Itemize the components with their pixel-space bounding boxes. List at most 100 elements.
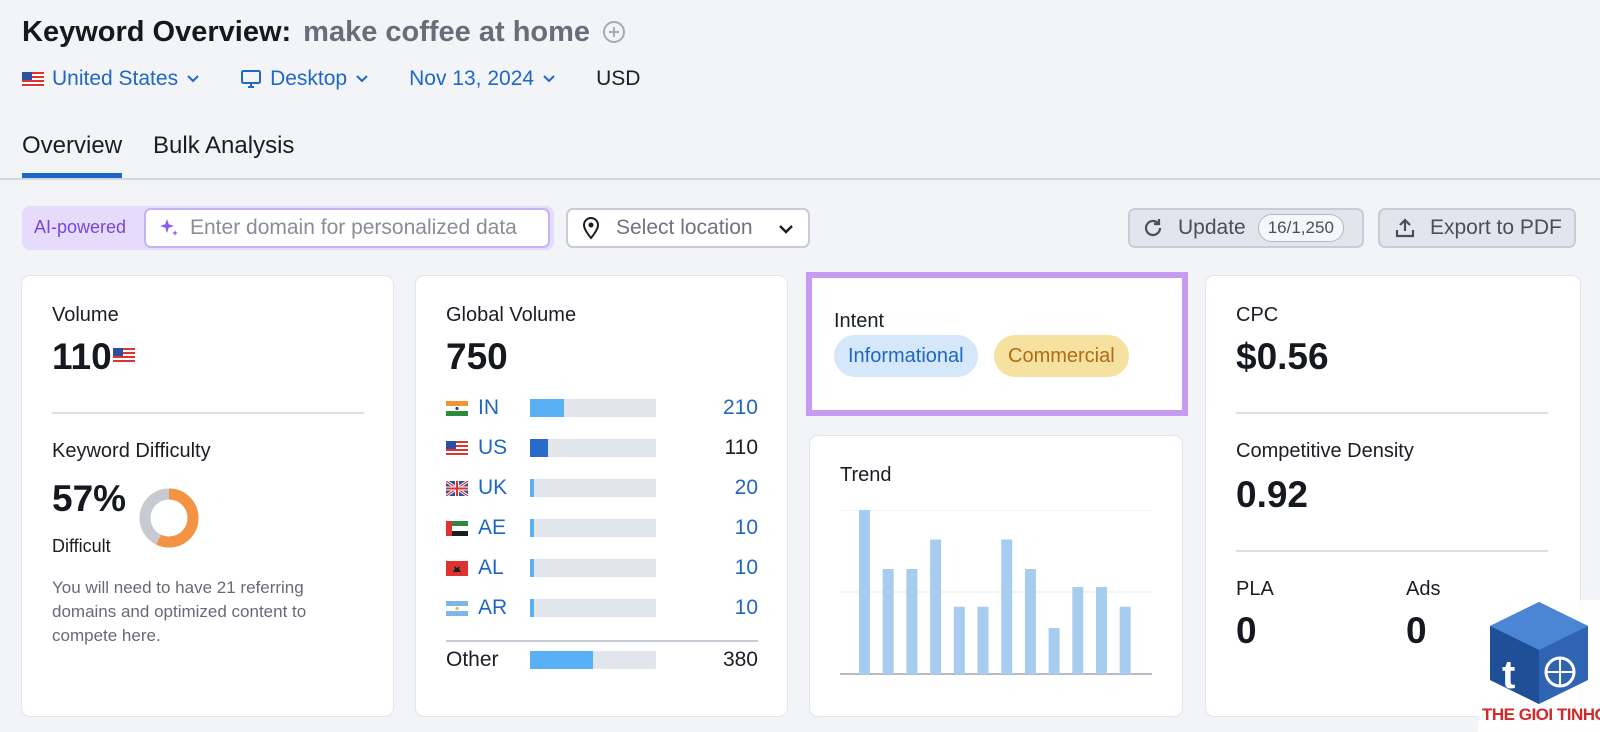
domain-input-wrapper xyxy=(144,208,550,248)
date-label: Nov 13, 2024 xyxy=(409,67,535,90)
volume-bar-fill xyxy=(530,479,534,497)
country-code[interactable]: US xyxy=(478,436,530,460)
location-select[interactable]: Select location xyxy=(566,208,810,248)
export-icon xyxy=(1395,218,1415,238)
kd-donut-chart xyxy=(139,488,199,548)
intent-card: Intent Informational Commercial xyxy=(806,272,1188,416)
country-row-other: Other 380 xyxy=(446,648,758,672)
export-label: Export to PDF xyxy=(1430,216,1562,239)
trend-bar[interactable] xyxy=(1024,569,1036,674)
country-row-in: IN 210 xyxy=(446,396,758,420)
trend-bar[interactable] xyxy=(1001,539,1013,674)
country-select[interactable]: United States xyxy=(22,67,200,91)
country-volume: 110 xyxy=(724,436,758,459)
intent-tag-commercial[interactable]: Commercial xyxy=(994,335,1129,377)
currency-label: USD xyxy=(596,67,641,90)
kd-label: Keyword Difficulty xyxy=(52,440,211,462)
kd-level: Difficult xyxy=(52,536,111,556)
export-pdf-button[interactable]: Export to PDF xyxy=(1378,208,1576,248)
trend-bar[interactable] xyxy=(930,539,942,674)
update-button[interactable]: Update 16/1,250 xyxy=(1128,208,1364,248)
volume-bar xyxy=(530,599,656,617)
volume-card: Volume 110 Keyword Difficulty 57% Diffic… xyxy=(22,276,393,716)
global-volume-label: Global Volume xyxy=(446,304,577,326)
volume-bar xyxy=(530,399,656,417)
volume-bar xyxy=(530,519,656,537)
date-select[interactable]: Nov 13, 2024 xyxy=(409,67,556,91)
volume-label: Volume xyxy=(52,304,119,326)
tab-bulk-analysis[interactable]: Bulk Analysis xyxy=(153,132,294,178)
us-flag-icon xyxy=(446,440,468,456)
keyword-title: make coffee at home xyxy=(303,15,591,48)
ads-value: 0 xyxy=(1406,610,1427,651)
volume-bar-fill xyxy=(530,399,565,417)
chevron-down-icon xyxy=(543,75,555,83)
volume-bar xyxy=(530,559,656,577)
tab-overview[interactable]: Overview xyxy=(22,132,123,178)
country-code[interactable]: AE xyxy=(478,516,530,540)
india-flag-icon xyxy=(446,400,468,416)
country-row-us: US 110 xyxy=(446,436,758,460)
intent-tag-informational[interactable]: Informational xyxy=(834,335,978,377)
trend-bar[interactable] xyxy=(1072,587,1084,674)
country-row-al: AL 10 xyxy=(446,556,758,580)
density-label: Competitive Density xyxy=(1236,440,1414,462)
update-count-badge: 16/1,250 xyxy=(1257,214,1344,242)
trend-bar[interactable] xyxy=(1096,587,1107,674)
trend-bar[interactable] xyxy=(953,606,965,674)
country-volume[interactable]: 10 xyxy=(735,556,758,580)
device-label: Desktop xyxy=(270,67,348,90)
cpc-label: CPC xyxy=(1236,304,1279,326)
trend-bar[interactable] xyxy=(859,510,870,674)
trend-card: Trend xyxy=(810,436,1182,716)
volume-bar-fill xyxy=(530,599,534,617)
global-volume-value: 750 xyxy=(446,336,508,377)
divider xyxy=(1236,550,1548,552)
intent-label: Intent xyxy=(834,310,885,332)
desktop-icon xyxy=(241,70,262,88)
country-code[interactable]: AR xyxy=(478,596,530,620)
trend-bar[interactable] xyxy=(1119,606,1131,674)
country-code[interactable]: IN xyxy=(478,396,530,420)
country-volume[interactable]: 10 xyxy=(735,516,758,540)
country-label: United States xyxy=(52,67,179,90)
other-volume: 380 xyxy=(722,648,758,671)
svg-text:t: t xyxy=(1502,653,1515,697)
country-code[interactable]: UK xyxy=(478,476,530,500)
country-code[interactable]: AL xyxy=(478,556,530,580)
country-volume[interactable]: 10 xyxy=(735,596,758,620)
trend-bar[interactable] xyxy=(1048,628,1060,674)
trend-bar[interactable] xyxy=(906,569,918,674)
us-flag-icon xyxy=(113,348,135,363)
domain-input[interactable] xyxy=(190,216,540,240)
global-volume-card: Global Volume 750 IN 210 US 110 UK 20 AE… xyxy=(416,276,787,716)
chevron-down-icon xyxy=(187,75,199,83)
ads-label: Ads xyxy=(1406,578,1441,600)
volume-bar-fill xyxy=(530,651,593,669)
chevron-down-icon xyxy=(356,75,368,83)
country-row-ar: AR 10 xyxy=(446,596,758,620)
sparkle-icon xyxy=(160,219,178,236)
trend-bar[interactable] xyxy=(977,606,989,674)
location-placeholder: Select location xyxy=(616,216,753,239)
chevron-down-icon xyxy=(779,225,793,234)
device-select[interactable]: Desktop xyxy=(240,67,369,91)
country-volume[interactable]: 20 xyxy=(735,476,758,500)
density-value: 0.92 xyxy=(1236,474,1309,515)
ai-powered-label: AI-powered xyxy=(34,217,127,237)
page-title: Keyword Overview: xyxy=(22,15,292,48)
volume-value: 110 xyxy=(52,336,112,377)
trend-bar[interactable] xyxy=(882,569,894,674)
add-keyword-icon[interactable] xyxy=(602,20,626,44)
volume-bar xyxy=(530,479,656,497)
pla-label: PLA xyxy=(1236,578,1274,600)
argentina-flag-icon xyxy=(446,600,468,616)
country-volume[interactable]: 210 xyxy=(723,396,758,420)
other-label: Other xyxy=(446,648,499,671)
volume-bar-fill xyxy=(530,439,548,457)
uk-flag-icon xyxy=(446,480,468,496)
trend-label: Trend xyxy=(840,464,892,486)
country-row-uk: UK 20 xyxy=(446,476,758,500)
volume-bar xyxy=(530,439,656,457)
trend-chart xyxy=(840,510,1152,675)
